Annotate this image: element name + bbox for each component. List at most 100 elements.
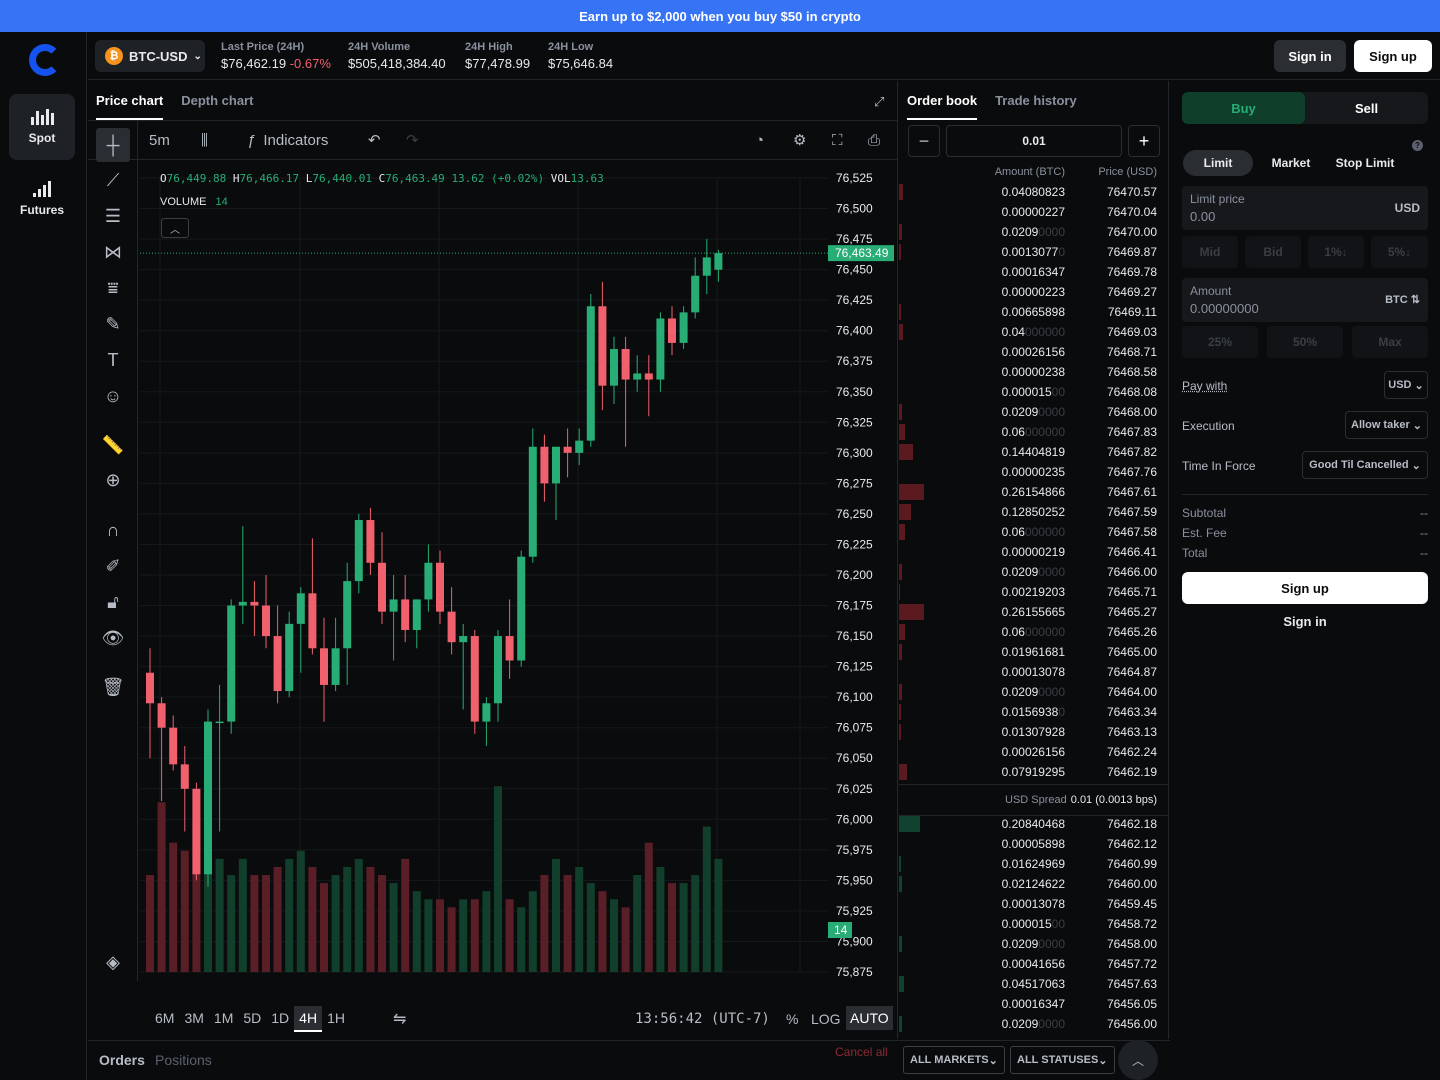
tif-select[interactable]: Good Til Cancelled ⌄ (1302, 451, 1428, 479)
redo-icon[interactable]: ↷ (406, 128, 419, 152)
ask-row[interactable]: 0.06000000 76467.83 (899, 422, 1169, 442)
header-sign-in-button[interactable]: Sign in (1274, 40, 1346, 72)
tab-orders[interactable]: Orders (99, 1052, 145, 1068)
brush-icon[interactable]: ✎ (96, 307, 130, 341)
quick-bid-button[interactable]: Bid (1245, 236, 1301, 268)
auto-scale-button[interactable]: AUTO (846, 1006, 893, 1030)
bid-row[interactable]: 0.01624969 76460.99 (899, 854, 1169, 874)
help-icon[interactable]: ? (1412, 140, 1423, 151)
settings-icon[interactable]: ⚙ (793, 128, 806, 152)
timeframe-3m[interactable]: 3M (179, 1006, 208, 1032)
candlestick-chart[interactable]: 76,525 76,500 76,475 76,450 76,425 76,400 76,3… (140, 160, 898, 980)
date-range-icon[interactable]: ⇋ (393, 1009, 406, 1029)
ask-row[interactable]: 0.00013078 76464.87 (899, 662, 1169, 682)
undo-icon[interactable]: ↶ (368, 128, 381, 152)
zoom-in-icon[interactable]: ⊕ (96, 463, 130, 497)
order-type-market[interactable]: Market (1262, 150, 1320, 176)
ask-row[interactable]: 0.26155665 76465.27 (899, 602, 1169, 622)
ask-row[interactable]: 0.26154866 76467.61 (899, 482, 1169, 502)
bid-row[interactable]: 0.00041656 76457.72 (899, 954, 1169, 974)
eye-icon[interactable]: 👁︎ (96, 621, 130, 655)
lock-icon[interactable]: 🔓︎ (96, 585, 130, 619)
candle-type-icon[interactable]: ⫼ (201, 128, 208, 152)
buy-tab[interactable]: Buy (1182, 92, 1305, 124)
ask-row[interactable]: 0.02090000 76464.00 (899, 682, 1169, 702)
timeframe-4h[interactable]: 4H (294, 1006, 323, 1032)
percent-scale-button[interactable]: % (786, 1011, 798, 1027)
ask-row[interactable]: 0.07919295 76462.19 (899, 762, 1169, 782)
trade-sign-up-button[interactable]: Sign up (1182, 572, 1428, 604)
ask-row[interactable]: 0.00219203 76465.71 (899, 582, 1169, 602)
sell-tab[interactable]: Sell (1305, 92, 1428, 124)
trade-sign-in-link[interactable]: Sign in (1182, 614, 1428, 629)
pct-50-button[interactable]: 50% (1267, 326, 1343, 358)
bid-row[interactable]: 0.20840468 76462.18 (899, 814, 1169, 834)
ask-row[interactable]: 0.00000238 76468.58 (899, 362, 1169, 382)
ask-row[interactable]: 0.02090000 76470.00 (899, 222, 1169, 242)
ask-row[interactable]: 0.00000235 76467.76 (899, 462, 1169, 482)
expand-orders-button[interactable]: ︿ (1118, 1040, 1158, 1080)
tab-positions[interactable]: Positions (155, 1052, 212, 1068)
ask-row[interactable]: 0.00026156 76468.71 (899, 342, 1169, 362)
ruler-icon[interactable]: 📏 (96, 428, 130, 462)
ask-row[interactable]: 0.00001500 76468.08 (899, 382, 1169, 402)
bid-row[interactable]: 0.02090000 76458.00 (899, 934, 1169, 954)
tab-depth-chart[interactable]: Depth chart (181, 93, 253, 120)
ask-row[interactable]: 0.12850252 76467.59 (899, 502, 1169, 522)
header-sign-up-button[interactable]: Sign up (1354, 40, 1432, 72)
limit-price-input[interactable]: 0.00 (1190, 209, 1215, 224)
timeframe-1d[interactable]: 1D (266, 1006, 294, 1032)
ask-row[interactable]: 0.04000000 76469.03 (899, 322, 1169, 342)
execution-select[interactable]: Allow taker ⌄ (1345, 411, 1428, 439)
pct-max-button[interactable]: Max (1352, 326, 1428, 358)
quick-5pct-button[interactable]: 5%↓ (1371, 236, 1428, 268)
fullscreen-icon[interactable]: ⛶ (832, 128, 843, 152)
layers-icon[interactable]: ◈ (96, 945, 130, 979)
bid-row[interactable]: 0.02090000 76456.00 (899, 1014, 1169, 1034)
promo-text[interactable]: Earn up to $2,000 when you buy $50 in cr… (579, 9, 861, 24)
quick-1pct-button[interactable]: 1%↓ (1308, 236, 1364, 268)
ask-row[interactable]: 0.06000000 76465.26 (899, 622, 1169, 642)
collapse-legend-button[interactable]: ︿ (161, 218, 189, 238)
timeframe-1m[interactable]: 1M (209, 1006, 238, 1032)
limit-price-field[interactable]: Limit price 0.00 USD (1182, 186, 1428, 230)
indicators-button[interactable]: ƒ Indicators (247, 128, 328, 152)
ask-row[interactable]: 0.00000223 76469.27 (899, 282, 1169, 302)
nav-futures[interactable]: Futures (9, 166, 75, 232)
ask-row[interactable]: 0.00665898 76469.11 (899, 302, 1169, 322)
ask-row[interactable]: 0.04080823 76470.57 (899, 182, 1169, 202)
nav-spot[interactable]: Spot (9, 94, 75, 160)
quick-mid-button[interactable]: Mid (1182, 236, 1238, 268)
ask-row[interactable]: 0.06000000 76467.58 (899, 522, 1169, 542)
bid-row[interactable]: 0.00016347 76456.05 (899, 994, 1169, 1014)
amount-unit-toggle[interactable]: BTC ⇅ (1385, 293, 1420, 306)
pct-25-button[interactable]: 25% (1182, 326, 1258, 358)
amount-input[interactable]: 0.00000000 (1190, 301, 1259, 316)
camera-icon[interactable]: ⎙ (868, 128, 880, 152)
ask-row[interactable]: 0.01569380 76463.34 (899, 702, 1169, 722)
bid-row[interactable]: 0.04517063 76457.63 (899, 974, 1169, 994)
bid-row[interactable]: 0.00001500 76458.72 (899, 914, 1169, 934)
expand-icon[interactable]: ⤢ (874, 94, 884, 110)
tab-order-book[interactable]: Order book (907, 93, 978, 120)
crosshair-icon[interactable]: ┼ (96, 128, 130, 162)
statuses-filter[interactable]: ALL STATUSES ⌄ (1010, 1046, 1115, 1074)
trash-icon[interactable]: 🗑︎ (96, 670, 130, 704)
magnet-icon[interactable]: ∩ (96, 513, 130, 547)
amount-field[interactable]: Amount 0.00000000 BTC ⇅ (1182, 278, 1428, 322)
ask-row[interactable]: 0.01961681 76465.00 (899, 642, 1169, 662)
pattern-icon[interactable]: ⋈ (96, 235, 130, 269)
ask-row[interactable]: 0.00000219 76466.41 (899, 542, 1169, 562)
trend-line-icon[interactable]: ⟋ (96, 163, 130, 197)
ask-row[interactable]: 0.00016347 76469.78 (899, 262, 1169, 282)
ask-row[interactable]: 0.01307928 76463.13 (899, 722, 1169, 742)
text-icon[interactable]: T (96, 343, 130, 377)
ask-row[interactable]: 0.00130770 76469.87 (899, 242, 1169, 262)
bid-row[interactable]: 0.02124622 76460.00 (899, 874, 1169, 894)
interval-button[interactable]: 5m (149, 128, 170, 152)
order-type-stop-limit[interactable]: Stop Limit (1330, 150, 1400, 176)
tab-price-chart[interactable]: Price chart (96, 93, 164, 120)
lock-draw-icon[interactable]: ✐ (96, 549, 130, 583)
ask-row[interactable]: 0.02090000 76468.00 (899, 402, 1169, 422)
projection-icon[interactable]: ⩸ (96, 271, 130, 305)
